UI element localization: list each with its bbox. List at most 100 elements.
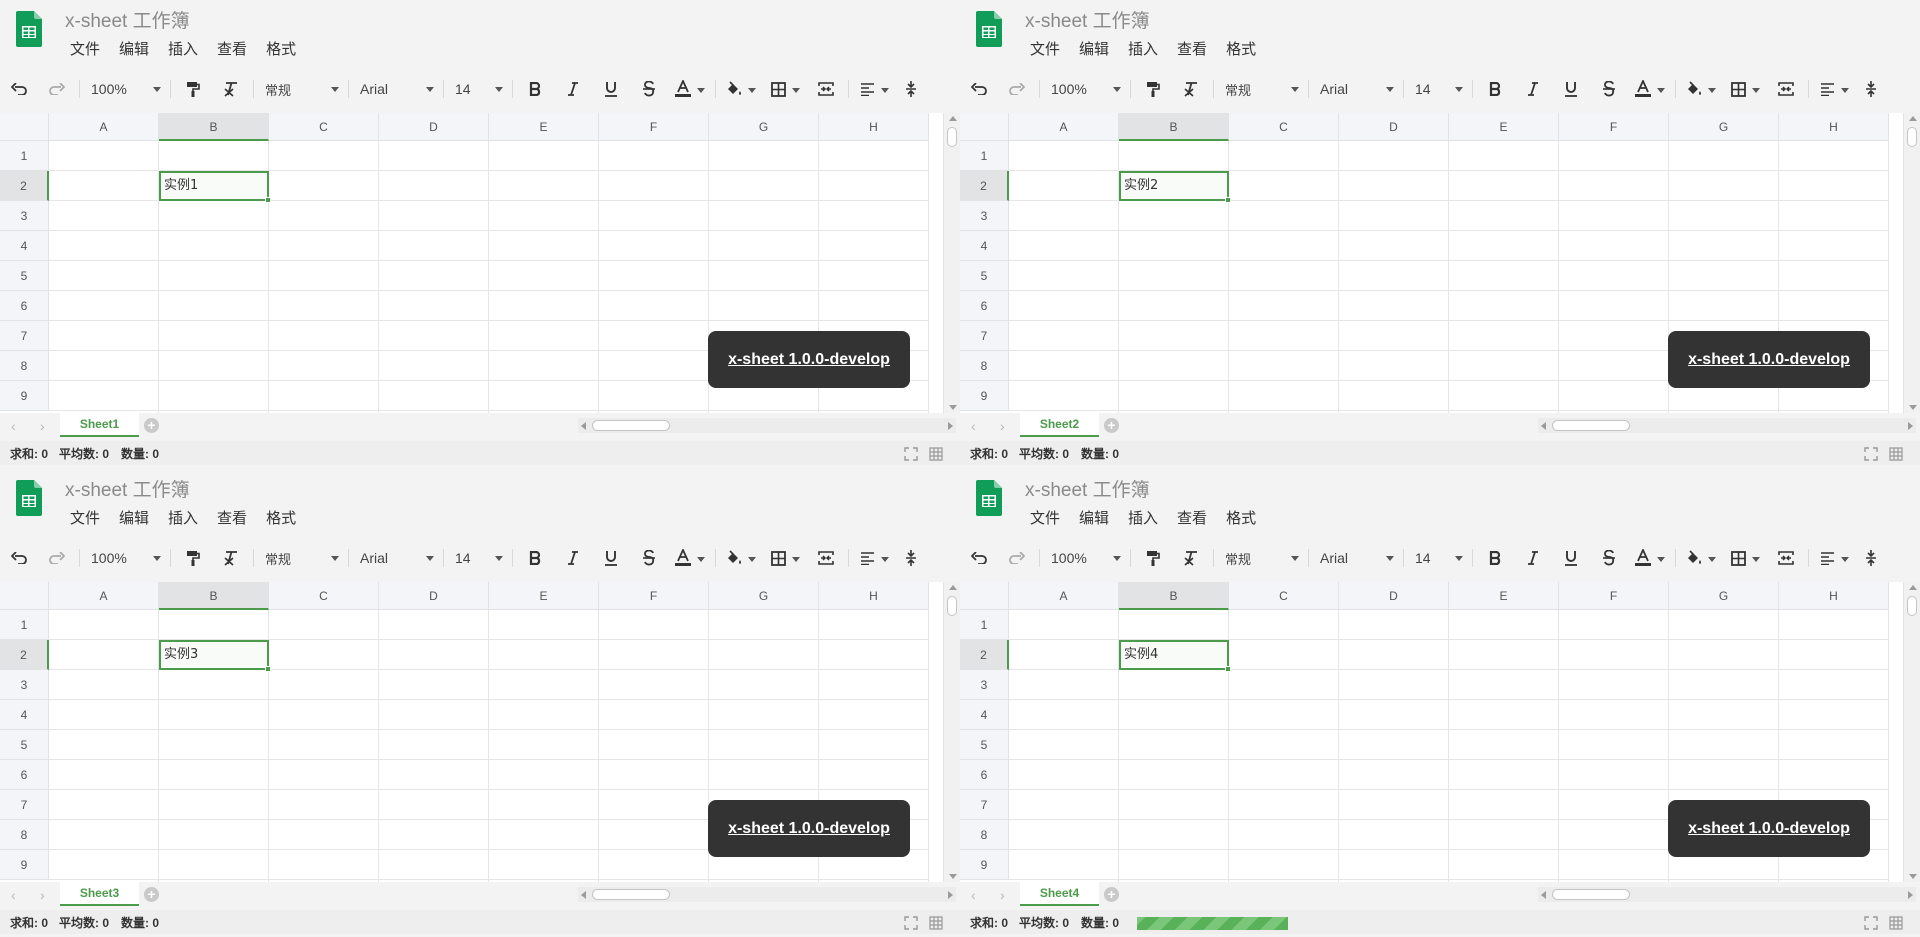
clear-format-button[interactable] <box>212 543 250 573</box>
column-header[interactable]: F <box>1559 113 1669 141</box>
row-header[interactable]: 8 <box>0 351 49 381</box>
selected-cell[interactable]: 实例4 <box>1119 640 1231 672</box>
scroll-thumb[interactable] <box>947 596 957 616</box>
column-header[interactable]: H <box>1779 582 1889 610</box>
fill-color-button[interactable] <box>719 74 763 104</box>
row-header[interactable]: 1 <box>960 610 1009 640</box>
underline-button[interactable] <box>1552 74 1590 104</box>
row-header[interactable]: 4 <box>960 231 1009 261</box>
add-sheet-icon[interactable]: + <box>144 887 159 902</box>
chevron-right-icon[interactable]: › <box>40 419 45 433</box>
column-header[interactable]: B <box>159 582 269 610</box>
row-header[interactable]: 9 <box>0 381 49 411</box>
zoom-select[interactable]: 100% <box>83 74 167 104</box>
sheet-grid[interactable]: 实例3 A B C D E F G H 1 2 3 4 5 6 7 8 9 x-… <box>0 582 960 882</box>
scroll-up-icon[interactable] <box>949 116 957 121</box>
row-header[interactable]: 5 <box>960 730 1009 760</box>
italic-button[interactable] <box>554 74 592 104</box>
column-header[interactable]: F <box>599 582 709 610</box>
menu-file[interactable]: 文件 <box>70 507 100 528</box>
menu-edit[interactable]: 编辑 <box>1079 38 1109 59</box>
row-header[interactable]: 7 <box>960 321 1009 351</box>
version-toast[interactable]: x-sheet 1.0.0-develop <box>708 331 910 388</box>
scroll-right-icon[interactable] <box>1908 422 1913 430</box>
version-toast[interactable]: x-sheet 1.0.0-develop <box>708 800 910 857</box>
scroll-thumb[interactable] <box>1552 889 1630 900</box>
valign-button[interactable] <box>1856 543 1886 573</box>
add-sheet-icon[interactable]: + <box>1104 887 1119 902</box>
format-select[interactable]: 常规 <box>257 74 345 104</box>
version-toast[interactable]: x-sheet 1.0.0-develop <box>1668 331 1870 388</box>
menu-file[interactable]: 文件 <box>1030 38 1060 59</box>
row-header[interactable]: 7 <box>0 790 49 820</box>
row-header[interactable]: 5 <box>0 261 49 291</box>
row-header[interactable]: 8 <box>960 351 1009 381</box>
column-header[interactable]: G <box>709 582 819 610</box>
row-header[interactable]: 9 <box>960 850 1009 880</box>
row-header[interactable]: 3 <box>960 201 1009 231</box>
chevron-right-icon[interactable]: › <box>40 888 45 902</box>
column-header[interactable]: E <box>1449 113 1559 141</box>
scroll-up-icon[interactable] <box>1909 585 1917 590</box>
undo-button[interactable] <box>0 74 38 104</box>
font-size-select[interactable]: 14 <box>447 74 509 104</box>
scroll-down-icon[interactable] <box>1909 874 1917 879</box>
scroll-left-icon[interactable] <box>581 891 586 899</box>
align-button[interactable] <box>852 74 896 104</box>
row-header[interactable]: 3 <box>0 201 49 231</box>
chevron-left-icon[interactable]: ‹ <box>971 888 976 902</box>
menu-file[interactable]: 文件 <box>70 38 100 59</box>
select-all-corner[interactable] <box>960 113 1009 141</box>
select-all-corner[interactable] <box>0 582 49 610</box>
paint-format-button[interactable] <box>174 543 212 573</box>
menu-view[interactable]: 查看 <box>217 507 247 528</box>
selected-cell[interactable]: 实例3 <box>159 640 271 672</box>
underline-button[interactable] <box>592 543 630 573</box>
paint-format-button[interactable] <box>1134 74 1172 104</box>
menu-edit[interactable]: 编辑 <box>119 38 149 59</box>
sheet-tab[interactable]: Sheet4 <box>1020 882 1099 906</box>
row-header[interactable]: 7 <box>960 790 1009 820</box>
redo-button[interactable] <box>38 74 76 104</box>
valign-button[interactable] <box>1856 74 1886 104</box>
grid-icon[interactable] <box>929 916 943 930</box>
menu-insert[interactable]: 插入 <box>1128 507 1158 528</box>
strikethrough-button[interactable] <box>630 543 668 573</box>
column-header[interactable]: C <box>269 582 379 610</box>
border-button[interactable] <box>763 543 807 573</box>
undo-button[interactable] <box>0 543 38 573</box>
autofill-handle[interactable] <box>265 666 271 672</box>
column-header[interactable]: B <box>1119 113 1229 141</box>
border-button[interactable] <box>1723 74 1767 104</box>
valign-button[interactable] <box>896 74 926 104</box>
column-header[interactable]: F <box>1559 582 1669 610</box>
paint-format-button[interactable] <box>174 74 212 104</box>
row-header[interactable]: 8 <box>0 820 49 850</box>
font-select[interactable]: Arial <box>352 74 440 104</box>
sheet-grid[interactable]: 实例4 A B C D E F G H 1 2 3 4 5 6 7 8 9 x-… <box>960 582 1920 882</box>
bold-button[interactable] <box>516 74 554 104</box>
text-color-button[interactable] <box>1628 543 1672 573</box>
strikethrough-button[interactable] <box>630 74 668 104</box>
font-select[interactable]: Arial <box>1312 74 1400 104</box>
column-header[interactable]: A <box>1009 582 1119 610</box>
fullscreen-icon[interactable] <box>904 447 918 461</box>
row-header[interactable]: 4 <box>960 700 1009 730</box>
paint-format-button[interactable] <box>1134 543 1172 573</box>
align-button[interactable] <box>852 543 896 573</box>
row-header[interactable]: 2 <box>0 640 49 670</box>
row-header[interactable]: 6 <box>0 291 49 321</box>
grid-icon[interactable] <box>1889 916 1903 930</box>
font-select[interactable]: Arial <box>352 543 440 573</box>
format-select[interactable]: 常规 <box>1217 74 1305 104</box>
vertical-scrollbar[interactable] <box>1903 582 1920 882</box>
row-header[interactable]: 5 <box>960 261 1009 291</box>
scroll-down-icon[interactable] <box>949 405 957 410</box>
menu-insert[interactable]: 插入 <box>168 507 198 528</box>
zoom-select[interactable]: 100% <box>1043 74 1127 104</box>
row-header[interactable]: 2 <box>960 171 1009 201</box>
scroll-thumb[interactable] <box>592 420 670 431</box>
column-header[interactable]: H <box>819 582 929 610</box>
format-select[interactable]: 常规 <box>1217 543 1305 573</box>
vertical-scrollbar[interactable] <box>1903 113 1920 413</box>
